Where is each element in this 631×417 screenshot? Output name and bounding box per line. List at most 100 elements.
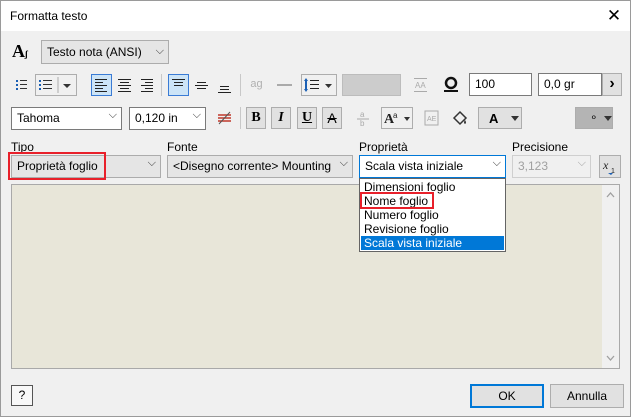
proprieta-dropdown-list[interactable]: Dimensioni foglio Nome foglio Numero fog… — [359, 178, 506, 252]
underline-button[interactable]: U — [297, 107, 317, 129]
valign-bottom-button[interactable] — [214, 74, 235, 96]
chevron-down-icon: ⌵ — [155, 45, 164, 57]
align-left-button[interactable] — [91, 74, 112, 96]
proprieta-value: Scala vista iniziale — [365, 159, 464, 173]
chevron-down-icon — [604, 116, 612, 121]
precisione-combo[interactable]: 3,123 ⌵ — [512, 155, 591, 178]
paint-bucket-icon — [452, 110, 468, 126]
chevron-right-icon: › — [609, 75, 615, 92]
proprieta-combo[interactable]: Scala vista iniziale ⌵ — [359, 155, 506, 178]
stretch-text-button[interactable]: ag — [246, 74, 267, 96]
tipo-highlight — [8, 152, 106, 180]
svg-text:a: a — [360, 110, 365, 119]
help-icon: ? — [18, 388, 26, 402]
svg-text:AA: AA — [415, 81, 426, 90]
line-spacing-button[interactable] — [301, 74, 337, 96]
text-color-label: A — [489, 111, 499, 126]
scroll-up-icon — [606, 192, 615, 198]
close-icon[interactable]: ✕ — [602, 5, 626, 27]
fraction-button[interactable]: ab — [353, 107, 374, 129]
tracking-icon — [442, 75, 460, 95]
width-factor-button[interactable]: AA — [410, 74, 431, 96]
text-color-button[interactable]: A — [478, 107, 522, 129]
text-style-combo[interactable]: Testo nota (ANSI) ⌵ — [41, 40, 169, 64]
valign-middle-icon — [195, 82, 208, 89]
help-button[interactable]: ? — [11, 385, 33, 406]
insert-symbol-button[interactable]: AE — [421, 107, 442, 129]
chevron-down-icon: ⌵ — [492, 157, 501, 169]
bold-button[interactable]: B — [246, 107, 266, 129]
italic-button[interactable]: I — [271, 107, 291, 129]
valign-top-button[interactable] — [168, 74, 189, 96]
align-right-icon — [141, 79, 153, 92]
dialog-window: Formatta testo ✕ Aʃ Testo nota (ANSI) ⌵ … — [0, 0, 631, 417]
chevron-down-icon — [511, 116, 519, 121]
rotation-next-button[interactable]: › — [602, 73, 622, 96]
spacing-input[interactable]: 100 — [469, 73, 532, 96]
svg-text:x: x — [602, 158, 609, 172]
precisione-label: Precisione — [512, 140, 569, 154]
valign-middle-button[interactable] — [191, 74, 212, 96]
symbol-icon: AE — [424, 110, 439, 126]
toolbar-separator — [240, 107, 241, 129]
case-icon: Aa — [384, 111, 410, 127]
bullet-list-button[interactable] — [11, 74, 32, 96]
chevron-down-icon: ⌵ — [108, 109, 117, 121]
font-size-combo[interactable]: 0,120 in ⌵ — [129, 107, 206, 130]
toolbar-separator — [161, 74, 162, 96]
nome-foglio-highlight — [360, 192, 434, 209]
precisione-value: 3,123 — [518, 159, 549, 173]
spacing-input-value: 100 — [475, 77, 496, 91]
dropdown-item[interactable]: Revisione foglio — [361, 222, 504, 236]
vertical-scrollbar[interactable] — [602, 185, 619, 368]
svg-text:b: b — [360, 119, 365, 128]
fill-color-button[interactable]: ∘ — [575, 107, 613, 129]
text-editor-area[interactable] — [11, 184, 620, 369]
background-fill-button[interactable] — [449, 107, 470, 129]
stack-button[interactable] — [214, 107, 235, 129]
fraction-icon: ab — [357, 110, 369, 128]
dialog-title: Formatta testo — [10, 9, 88, 23]
spacing-value-box — [342, 74, 401, 96]
chevron-down-icon: ⌵ — [577, 157, 586, 169]
title-bar: Formatta testo ✕ — [1, 1, 630, 31]
svg-text:AE: AE — [427, 116, 437, 123]
stretch-text-icon: ag — [250, 78, 263, 90]
valign-bottom-icon — [218, 86, 231, 93]
bullet-list-icon — [16, 80, 27, 90]
fonte-label: Fonte — [167, 140, 198, 154]
case-button[interactable]: Aa — [381, 107, 413, 129]
width-factor-icon: AA — [414, 78, 427, 92]
chevron-down-icon: ⌵ — [192, 109, 201, 121]
scroll-down-icon — [606, 355, 615, 361]
dropdown-item[interactable]: Numero foglio — [361, 208, 504, 222]
svg-text:a: a — [393, 111, 398, 120]
fonte-combo[interactable]: <Disegno corrente> Mounting ⌵ — [167, 155, 353, 178]
line-button[interactable] — [274, 74, 295, 96]
chevron-down-icon: ⌵ — [147, 157, 156, 169]
ok-button[interactable]: OK — [470, 384, 544, 408]
align-center-button[interactable] — [114, 74, 135, 96]
align-right-button[interactable] — [137, 74, 158, 96]
insert-parameter-button[interactable]: x1 — [599, 155, 621, 178]
numbered-list-icon — [39, 77, 71, 93]
font-combo[interactable]: Tahoma ⌵ — [11, 107, 122, 130]
text-style-value: Testo nota (ANSI) — [47, 45, 142, 59]
insert-parameter-icon: x1 — [602, 158, 615, 175]
fill-color-icon: ∘ — [590, 110, 598, 124]
numbered-list-button[interactable] — [35, 74, 77, 96]
font-value: Tahoma — [17, 111, 60, 125]
valign-top-icon — [172, 79, 185, 86]
align-left-icon — [95, 79, 107, 92]
font-size-value: 0,120 in — [135, 111, 178, 125]
rotation-input[interactable]: 0,0 gr — [538, 73, 602, 96]
strikethrough-button[interactable]: A — [322, 107, 342, 129]
align-center-icon — [118, 79, 131, 92]
rotation-input-value: 0,0 gr — [544, 77, 575, 91]
line-spacing-icon — [304, 78, 332, 92]
fonte-value: <Disegno corrente> Mounting — [173, 159, 332, 173]
cancel-button[interactable]: Annulla — [550, 384, 624, 408]
proprieta-label: Proprietà — [359, 140, 408, 154]
dropdown-item-selected[interactable]: Scala vista iniziale — [361, 236, 504, 250]
line-icon — [277, 84, 292, 86]
